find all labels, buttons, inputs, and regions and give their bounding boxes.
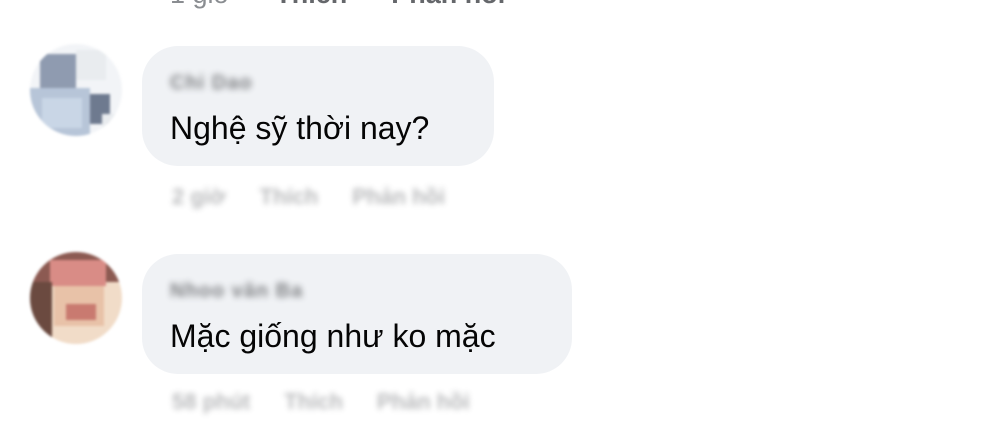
previous-comment-time: 1 giờ [170,0,231,10]
comment-bubble: Nhoo văn Ba Mặc giống như ko mặc [142,254,572,374]
previous-like-button[interactable]: Thích [275,0,347,10]
comment-author: Nhoo văn Ba [170,278,542,304]
avatar-pixel [30,282,52,344]
comment-author: Chi Dao [170,70,464,96]
like-button[interactable]: Thích [260,184,319,210]
avatar-pixel [102,114,122,136]
comment-time: 2 giờ [172,184,226,209]
avatar-pixel [66,304,96,320]
previous-comment-actions: 1 giờ Thích Phản hồi [170,0,505,10]
comment-bubble: Chi Dao Nghệ sỹ thời nay? [142,46,494,166]
comment-actions: 2 giờ Thích Phản hồi [172,184,445,210]
reply-button[interactable]: Phản hồi [352,184,445,210]
avatar-pixel [42,98,82,128]
reply-button[interactable]: Phản hồi [377,389,470,415]
like-button[interactable]: Thích [284,389,343,415]
author-name[interactable]: Nhoo văn Ba [170,280,303,303]
author-name[interactable]: Chi Dao [170,72,253,95]
avatar-pixel [56,326,102,344]
comment-text: Nghệ sỹ thời nay? [170,110,430,146]
avatar-pixel [50,260,106,286]
avatar[interactable] [30,252,122,344]
avatar[interactable] [30,44,122,136]
comment-text: Mặc giống như ko mặc [170,318,496,354]
comment-actions: 58 phút Thích Phản hồi [172,389,470,415]
comment-time: 58 phút [172,389,251,414]
avatar-pixel [76,50,106,80]
previous-reply-button[interactable]: Phản hồi [391,0,505,10]
comment-thread: 1 giờ Thích Phản hồi Chi Dao Nghệ sỹ thờ… [0,0,1000,442]
